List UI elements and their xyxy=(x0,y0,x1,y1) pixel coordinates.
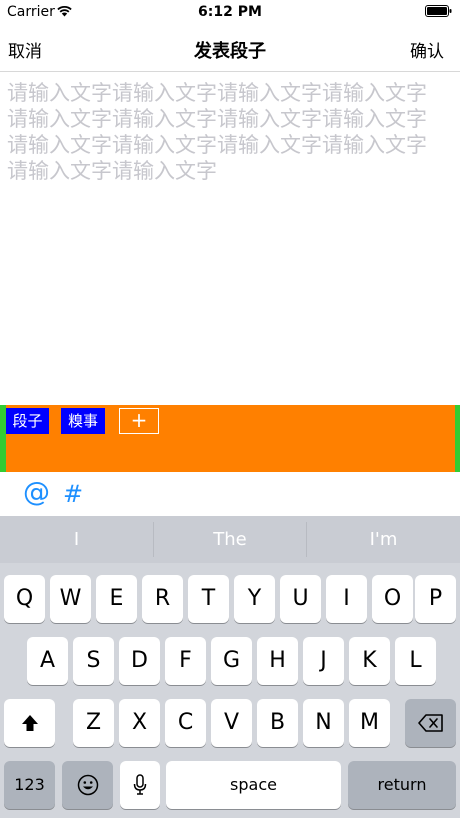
suggestion-bar: I The I'm xyxy=(0,516,460,563)
microphone-icon xyxy=(133,774,147,795)
key-c[interactable]: C xyxy=(165,699,206,747)
time-label: 6:12 PM xyxy=(198,4,262,20)
status-bar: Carrier 6:12 PM xyxy=(0,0,460,24)
key-m[interactable]: M xyxy=(349,699,390,747)
tag-bar: 段子 糗事 + xyxy=(0,405,460,472)
key-t[interactable]: T xyxy=(188,575,229,623)
tag-item[interactable]: 糗事 xyxy=(61,408,105,434)
key-k[interactable]: K xyxy=(349,637,390,685)
key-e[interactable]: E xyxy=(96,575,137,623)
keyboard: I The I'm Q W E R T Y U I O P A S D F G … xyxy=(0,516,460,818)
key-f[interactable]: F xyxy=(165,637,206,685)
post-text-input[interactable] xyxy=(7,80,447,400)
confirm-button[interactable]: 确认 xyxy=(410,37,444,62)
key-z[interactable]: Z xyxy=(73,699,114,747)
delete-key[interactable] xyxy=(405,699,456,747)
key-w[interactable]: W xyxy=(50,575,91,623)
suggestion-item[interactable]: I xyxy=(0,516,153,563)
shift-key[interactable] xyxy=(4,699,55,747)
key-s[interactable]: S xyxy=(73,637,114,685)
key-d[interactable]: D xyxy=(119,637,160,685)
emoji-key[interactable] xyxy=(62,761,113,809)
add-tag-button[interactable]: + xyxy=(119,408,159,434)
emoji-icon xyxy=(77,774,98,796)
key-i[interactable]: I xyxy=(326,575,367,623)
shift-icon xyxy=(21,715,38,731)
key-r[interactable]: R xyxy=(142,575,183,623)
mention-button[interactable]: @ xyxy=(23,477,50,508)
tool-row: @ # xyxy=(0,472,460,516)
key-y[interactable]: Y xyxy=(234,575,275,623)
return-key[interactable]: return xyxy=(348,761,456,809)
key-l[interactable]: L xyxy=(395,637,436,685)
suggestion-item[interactable]: I'm xyxy=(307,516,460,563)
key-j[interactable]: J xyxy=(303,637,344,685)
numbers-key[interactable]: 123 xyxy=(4,761,55,809)
key-v[interactable]: V xyxy=(211,699,252,747)
suggestion-item[interactable]: The xyxy=(154,516,306,563)
key-a[interactable]: A xyxy=(27,637,68,685)
key-n[interactable]: N xyxy=(303,699,344,747)
tag-item[interactable]: 段子 xyxy=(6,408,49,434)
page-title: 发表段子 xyxy=(194,41,266,62)
key-p[interactable]: P xyxy=(415,575,456,623)
key-g[interactable]: G xyxy=(211,637,252,685)
key-q[interactable]: Q xyxy=(4,575,45,623)
backspace-icon xyxy=(417,714,443,732)
key-h[interactable]: H xyxy=(257,637,298,685)
tag-bar-right-edge xyxy=(455,405,460,472)
key-u[interactable]: U xyxy=(280,575,321,623)
battery-icon xyxy=(425,5,452,17)
dictation-key[interactable] xyxy=(120,761,160,809)
topic-button[interactable]: # xyxy=(63,480,83,508)
space-key[interactable]: space xyxy=(166,761,341,809)
navigation-bar: 取消 发表段子 确认 xyxy=(0,24,460,72)
key-x[interactable]: X xyxy=(119,699,160,747)
key-o[interactable]: O xyxy=(372,575,413,623)
key-b[interactable]: B xyxy=(257,699,298,747)
